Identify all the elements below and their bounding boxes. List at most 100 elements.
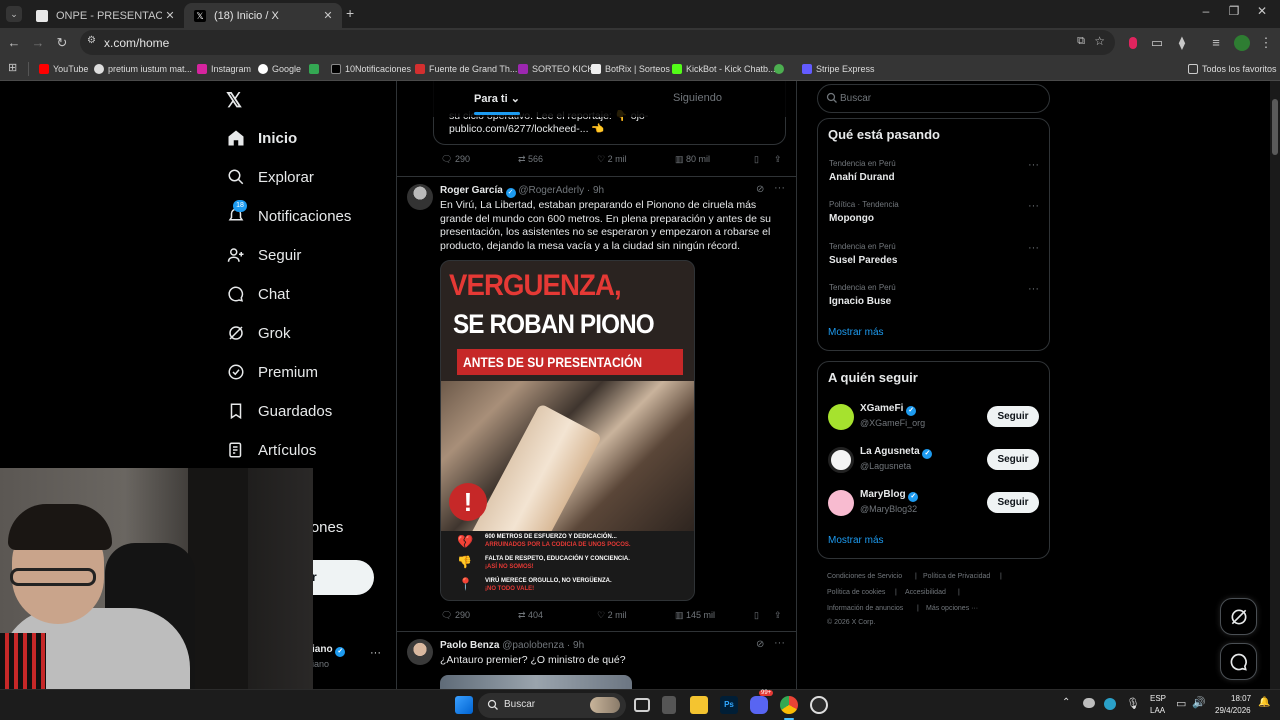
close-tab-icon[interactable]: ✕ bbox=[320, 9, 336, 22]
profile-avatar[interactable] bbox=[1234, 35, 1250, 51]
taskbar-search[interactable]: Buscar bbox=[478, 693, 626, 718]
apps-grid-icon[interactable]: ⊞ bbox=[8, 61, 17, 74]
repost-button[interactable]: ⇄ 566 bbox=[518, 154, 543, 165]
trend-item[interactable]: Tendencia en Perú Anahí Durand ··· bbox=[818, 156, 1049, 192]
tray-microphone-icon[interactable]: 🎙 bbox=[1126, 697, 1140, 710]
share-icon[interactable]: ⇪ bbox=[774, 154, 782, 165]
bookmark-star-icon[interactable]: ☆ bbox=[1094, 34, 1105, 48]
reply-button[interactable]: 🗨 290 bbox=[441, 154, 470, 165]
language-layout[interactable]: LAA bbox=[1150, 706, 1165, 715]
bookmark-stripe[interactable]: Stripe Express bbox=[802, 61, 875, 77]
views-button[interactable]: ▥ 80 mil bbox=[675, 154, 710, 165]
notifications-bell-icon[interactable]: 🔔 bbox=[1258, 697, 1270, 708]
more-icon[interactable]: ··· bbox=[1028, 283, 1039, 295]
bookmark-drive[interactable] bbox=[309, 61, 323, 77]
bookmark-google[interactable]: Google bbox=[258, 61, 301, 77]
address-bar[interactable]: ⚙ x.com/home ⧉ ☆ bbox=[80, 30, 1115, 55]
post-time[interactable]: · 9h bbox=[587, 185, 604, 196]
scrollbar-thumb[interactable] bbox=[1272, 99, 1278, 155]
site-info-icon[interactable]: ⚙ bbox=[87, 35, 96, 46]
avatar[interactable] bbox=[407, 184, 433, 210]
sidebar-item-seguir[interactable]: Seguir bbox=[226, 243, 301, 267]
footer-link[interactable]: Política de Privacidad bbox=[923, 573, 990, 580]
post-author-name[interactable]: Paolo Benza bbox=[440, 640, 499, 651]
like-button[interactable]: ♡ 2 mil bbox=[597, 610, 627, 621]
follow-button[interactable]: Seguir bbox=[987, 449, 1039, 470]
obs-icon[interactable] bbox=[810, 696, 828, 714]
photoshop-icon[interactable]: Ps bbox=[720, 696, 738, 714]
bookmark-instagram[interactable]: Instagram bbox=[197, 61, 251, 77]
more-icon[interactable]: ··· bbox=[370, 647, 381, 659]
tray-cloud-icon[interactable] bbox=[1083, 698, 1095, 708]
sidebar-item-articulos[interactable]: Artículos bbox=[226, 438, 316, 462]
bookmark-10notificaciones[interactable]: 10Notificaciones bbox=[331, 61, 411, 77]
chrome-icon[interactable] bbox=[780, 696, 798, 714]
trend-item[interactable]: Política · Tendencia Mopongo ··· bbox=[818, 197, 1049, 233]
views-button[interactable]: ▥ 145 mil bbox=[675, 610, 715, 621]
tray-chevron-icon[interactable]: ⌃ bbox=[1062, 697, 1070, 708]
post-more-icon[interactable]: ··· bbox=[774, 182, 785, 194]
grok-floating-button[interactable] bbox=[1220, 598, 1257, 635]
footer-link[interactable]: Política de cookies bbox=[827, 589, 885, 596]
forward-icon[interactable]: → bbox=[28, 33, 48, 53]
footer-link[interactable]: Información de anuncios bbox=[827, 605, 903, 612]
more-icon[interactable]: ··· bbox=[1028, 159, 1039, 171]
trend-item[interactable]: Tendencia en Perú Ignacio Buse ··· bbox=[818, 280, 1049, 316]
footer-link[interactable]: Accesibilidad bbox=[905, 589, 946, 596]
browser-menu-icon[interactable]: ⋮ bbox=[1256, 33, 1276, 53]
post-author-name[interactable]: Roger García bbox=[440, 185, 503, 196]
page-scrollbar[interactable] bbox=[1270, 81, 1280, 689]
close-tab-icon[interactable]: ✕ bbox=[162, 9, 178, 22]
post-more-icon[interactable]: ··· bbox=[774, 637, 785, 649]
bookmark-fuente[interactable]: Fuente de Grand Th... bbox=[415, 61, 517, 77]
like-button[interactable]: ♡ 2 mil bbox=[597, 154, 627, 165]
terminal-app-icon[interactable] bbox=[662, 696, 676, 714]
post-image[interactable] bbox=[440, 675, 632, 689]
install-app-icon[interactable]: ⧉ bbox=[1077, 35, 1085, 48]
tab-siguiendo[interactable]: Siguiendo bbox=[673, 92, 722, 104]
clock-time[interactable]: 18:07 bbox=[1231, 694, 1251, 703]
post-image[interactable]: VERGUENZA, SE ROBAN PIONO ANTES DE SU PR… bbox=[440, 260, 695, 601]
start-button-windows-icon[interactable] bbox=[455, 696, 473, 714]
tab-search-button[interactable]: ⌄ bbox=[6, 6, 22, 22]
trend-item[interactable]: Tendencia en Perú Susel Paredes ··· bbox=[818, 239, 1049, 275]
show-more-link[interactable]: Mostrar más bbox=[828, 327, 884, 338]
sidebar-item-explorar[interactable]: Explorar bbox=[226, 165, 314, 189]
clock-date[interactable]: 29/4/2026 bbox=[1215, 706, 1251, 715]
follow-button[interactable]: Seguir bbox=[987, 406, 1039, 427]
sidebar-item-premium[interactable]: Premium bbox=[226, 360, 318, 384]
follow-button[interactable]: Seguir bbox=[987, 492, 1039, 513]
task-view-icon[interactable] bbox=[634, 698, 650, 712]
extension-card-icon[interactable]: ▭ bbox=[1147, 33, 1167, 53]
bookmark-botrix[interactable]: BotRix | Sorteos bbox=[591, 61, 670, 77]
bookmark-post-icon[interactable]: ▯ bbox=[754, 154, 759, 165]
chat-floating-button[interactable] bbox=[1220, 643, 1257, 680]
reply-button[interactable]: 🗨 290 bbox=[441, 610, 470, 621]
post-author-handle[interactable]: @paolobenza bbox=[502, 640, 564, 651]
file-explorer-icon[interactable] bbox=[690, 696, 708, 714]
bookmark-youtube[interactable]: YouTube bbox=[39, 61, 88, 77]
grok-post-icon[interactable]: ⊘ bbox=[756, 639, 764, 650]
share-icon[interactable]: ⇪ bbox=[774, 610, 782, 621]
footer-link[interactable]: Condiciones de Servicio bbox=[827, 573, 902, 580]
new-tab-button[interactable]: + bbox=[346, 5, 354, 21]
tab-para-ti[interactable]: Para ti ⌄ bbox=[474, 92, 520, 105]
all-bookmarks[interactable]: Todos los favoritos bbox=[1188, 61, 1277, 77]
bookmark-sorteo-kick[interactable]: SORTEO KICK bbox=[518, 61, 593, 77]
language-indicator[interactable]: ESP bbox=[1150, 694, 1166, 703]
grok-post-icon[interactable]: ⊘ bbox=[756, 184, 764, 195]
follow-suggestion[interactable]: La Agusneta ✓ @Lagusneta Seguir bbox=[818, 442, 1049, 478]
sidebar-item-chat[interactable]: Chat bbox=[226, 282, 290, 306]
bookmark-pretium[interactable]: pretium iustum mat... bbox=[94, 61, 192, 77]
post-author-handle[interactable]: @RogerAderly bbox=[518, 185, 584, 196]
more-icon[interactable]: ··· bbox=[1028, 242, 1039, 254]
reload-icon[interactable]: ↻ bbox=[52, 33, 72, 53]
bookmark-seven[interactable] bbox=[774, 61, 788, 77]
avatar[interactable] bbox=[407, 639, 433, 665]
footer-link[interactable]: Más opciones ··· bbox=[926, 605, 978, 612]
browser-tab-x[interactable]: 𝕏 (18) Inicio / X ✕ bbox=[184, 3, 342, 28]
reading-list-icon[interactable]: ≡ bbox=[1206, 33, 1226, 53]
back-icon[interactable]: ← bbox=[4, 33, 24, 53]
bookmark-post-icon[interactable]: ▯ bbox=[754, 610, 759, 621]
more-icon[interactable]: ··· bbox=[1028, 200, 1039, 212]
